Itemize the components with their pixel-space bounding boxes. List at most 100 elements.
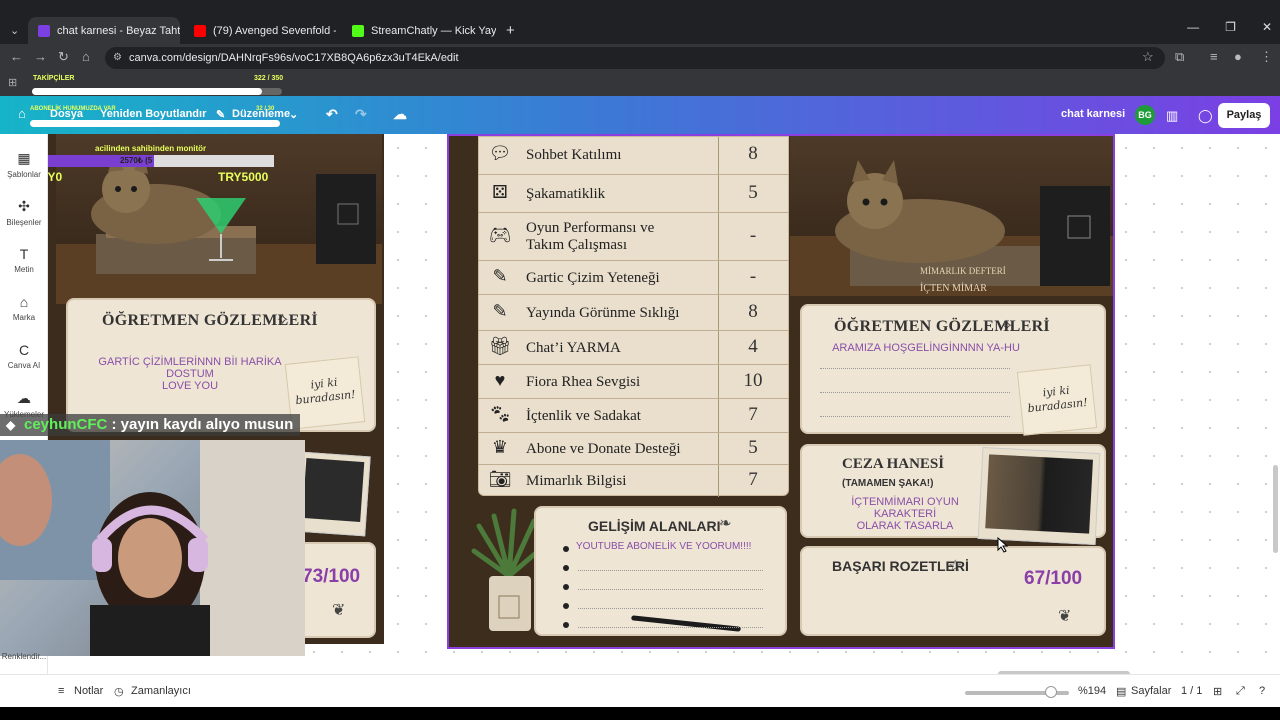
new-tab-icon[interactable]: + (506, 22, 515, 39)
growth-title: GELİŞİM ALANLARI (588, 518, 721, 534)
home-icon[interactable]: ⌂ (18, 106, 26, 121)
chevron-down-icon[interactable]: ⌄ (289, 108, 298, 121)
notes-button[interactable]: Notlar (74, 685, 103, 697)
row-score: 7 (748, 404, 758, 425)
paw-icon: 🐾︎ (488, 404, 512, 424)
sidebar-item-brand[interactable]: ⌂ Marka (0, 294, 48, 322)
fullscreen-icon[interactable]: ⤢ (1236, 685, 1245, 698)
upload-icon: ☁ (17, 390, 31, 406)
row-score: 10 (743, 370, 763, 391)
row-score: 7 (748, 469, 758, 490)
pencil-icon: ✎ (492, 266, 508, 286)
table-row: ✎ Yayında Görünme Sıklığı 8 (478, 294, 789, 330)
forward-icon[interactable]: → (34, 49, 47, 64)
minimize-icon[interactable]: — (1187, 20, 1199, 34)
maximize-icon[interactable]: ❐ (1225, 20, 1236, 34)
goal-max: TRY5000 (218, 170, 269, 184)
pen-illustration (631, 615, 741, 632)
laurel-icon: ❦ (1058, 608, 1072, 625)
pages-button[interactable]: Sayfalar (1131, 685, 1171, 697)
subs-count: 32 / 30 (256, 106, 275, 112)
page-count: 1 / 1 (1181, 685, 1203, 697)
window-controls: — ❐ ✕ (1187, 20, 1272, 34)
sidebar-item-ai[interactable]: C Canva AI (0, 342, 48, 370)
cat-illustration-main: MİMARLIK DEFTERİ İÇTEN MİMAR (790, 136, 1113, 296)
canva-header: ⌂ Dosya Yeniden Boyutlandır ✎ Düzenleme … (0, 96, 1280, 134)
goal-amount: 2570₺ (5 (120, 156, 153, 165)
home-icon[interactable]: ⌂ (82, 49, 90, 64)
sidebar-item-elements[interactable]: ✣ Bileşenler (0, 198, 48, 227)
sidebar-item-upload[interactable]: ☁ Yüklemeler (0, 390, 48, 419)
menu-icon[interactable]: ⋮ (1260, 49, 1273, 65)
goal-progress-track: 2570₺ (5 (30, 155, 274, 167)
main-page[interactable]: MİMARLIK DEFTERİ İÇTEN MİMAR ÖĞRETMEN GÖ… (447, 134, 1115, 649)
comment-icon[interactable]: ◯ (1198, 108, 1213, 124)
webcam-overlay (0, 440, 305, 656)
row-label: Şakamatiklik (526, 185, 606, 202)
teacher-observations-card-main[interactable]: ÖĞRETMEN GÖZLEMLERİ ✧ ARAMIZA HOŞGELİNGİ… (800, 304, 1106, 436)
avatar[interactable]: BG (1135, 105, 1155, 125)
undo-icon[interactable]: ↶ (326, 106, 338, 123)
subs-progress-bar (30, 120, 280, 127)
grid-view-icon[interactable]: ⊞ (1213, 685, 1222, 698)
site-info-icon[interactable]: ⚙ (113, 47, 122, 69)
penalty-card[interactable]: CEZA HANESİ (TAMAMEN ŞAKA!) İÇTENMİMARI … (800, 444, 1106, 546)
book-title-1: MİMARLIK DEFTERİ (920, 266, 1006, 276)
row-label: Gartic Çizim Yeteneği (526, 269, 660, 286)
help-icon[interactable]: ? (1259, 685, 1265, 697)
media-icon[interactable]: ≡ (1210, 49, 1218, 64)
table-row: 💬︎ Sohbet Katılımı 8 (478, 136, 789, 174)
sidebar-item-template[interactable]: ▦ Şablonlar (0, 150, 48, 179)
streamer-video (0, 440, 305, 656)
tab-youtube[interactable]: (79) Avenged Sevenfold - B ✕ (184, 17, 336, 44)
growth-areas-card[interactable]: GELİŞİM ALANLARI ❧ YOUTUBE ABONELİK VE Y… (534, 506, 787, 636)
tab-search-icon[interactable]: ⌄ (10, 24, 19, 37)
youtube-favicon-icon (194, 24, 206, 37)
browser-tabbar: ⌄ chat karnesi - Beyaz Tahta ✕ (79) Aven… (0, 0, 1280, 44)
teacher-observations-card[interactable]: ÖĞRETMEN GÖZLEMLERİ ✧ GARTİC ÇİZİMLERİNN… (66, 298, 376, 432)
bullet-icon (563, 622, 569, 628)
bookmark-star-icon[interactable]: ☆ (1142, 49, 1154, 65)
table-row: ⚄ Şakamatiklik 5 (478, 174, 789, 212)
tab-title: chat karnesi - Beyaz Tahta (57, 24, 180, 37)
zoom-slider-knob[interactable] (1045, 686, 1057, 698)
reload-icon[interactable]: ↻ (58, 49, 69, 65)
elements-icon: ✣ (18, 198, 30, 214)
os-taskbar (0, 707, 1280, 720)
tab-streamchatly[interactable]: StreamChatly — Kick Yayıncıları ✕ (342, 17, 496, 44)
cats-photo (295, 451, 371, 537)
document-title[interactable]: chat karnesi (1061, 108, 1125, 120)
sidebar-item-text[interactable]: T Metin (0, 246, 48, 274)
sidebar-item-label: Marka (12, 313, 36, 322)
back-icon[interactable]: ← (10, 49, 23, 64)
row-score: 8 (748, 301, 758, 322)
timer-button[interactable]: Zamanlayıcı (131, 685, 191, 697)
chat-text: : yayın kaydı alıyo musun (107, 416, 294, 433)
redo-icon[interactable]: ↷ (355, 106, 367, 123)
profile-icon[interactable]: ● (1234, 49, 1242, 64)
dotted-line (578, 627, 763, 628)
share-button[interactable]: Paylaş (1218, 103, 1270, 128)
row-label: Oyun Performansı ve Takım Çalışması (526, 220, 655, 253)
window-close-icon[interactable]: ✕ (1262, 20, 1272, 34)
sidebar-item-label: Renklendir... (1, 652, 47, 661)
table-row: ♛ Abone ve Donate Desteği 5 (478, 432, 789, 464)
apps-grid-icon[interactable]: ⊞ (8, 76, 17, 89)
penalty-text: İÇTENMİMARI OYUN KARAKTERİ OLARAK TASARL… (851, 496, 959, 532)
dotted-line (820, 392, 1010, 393)
tab-chat-karnesi[interactable]: chat karnesi - Beyaz Tahta ✕ (28, 17, 180, 44)
dice-icon: ⚄ (492, 182, 508, 202)
observations-title: ÖĞRETMEN GÖZLEMLERİ (834, 318, 1050, 335)
zoom-level[interactable]: %194 (1078, 685, 1106, 697)
cloud-save-icon[interactable]: ☁ (393, 106, 407, 123)
vertical-scrollbar[interactable] (1273, 465, 1278, 553)
badges-card[interactable]: BAŞARI ROZETLERİ ☆ 67/100 ❦ (800, 546, 1106, 636)
url-bar[interactable]: ⚙ canva.com/design/DAHNrqFs96s/voC17XB8Q… (105, 47, 1165, 69)
score-text: 73/100 (302, 566, 361, 587)
extensions-icon[interactable]: ⧉ (1175, 49, 1184, 65)
analytics-icon[interactable]: ▥ (1166, 108, 1178, 124)
goal-label: acilinden sahibinden monitör (95, 144, 207, 153)
row-label: Mimarlık Bilgisi (526, 472, 627, 489)
sidebar-item-color[interactable]: Renklendir... (0, 652, 48, 661)
canva-favicon-icon (38, 24, 50, 37)
